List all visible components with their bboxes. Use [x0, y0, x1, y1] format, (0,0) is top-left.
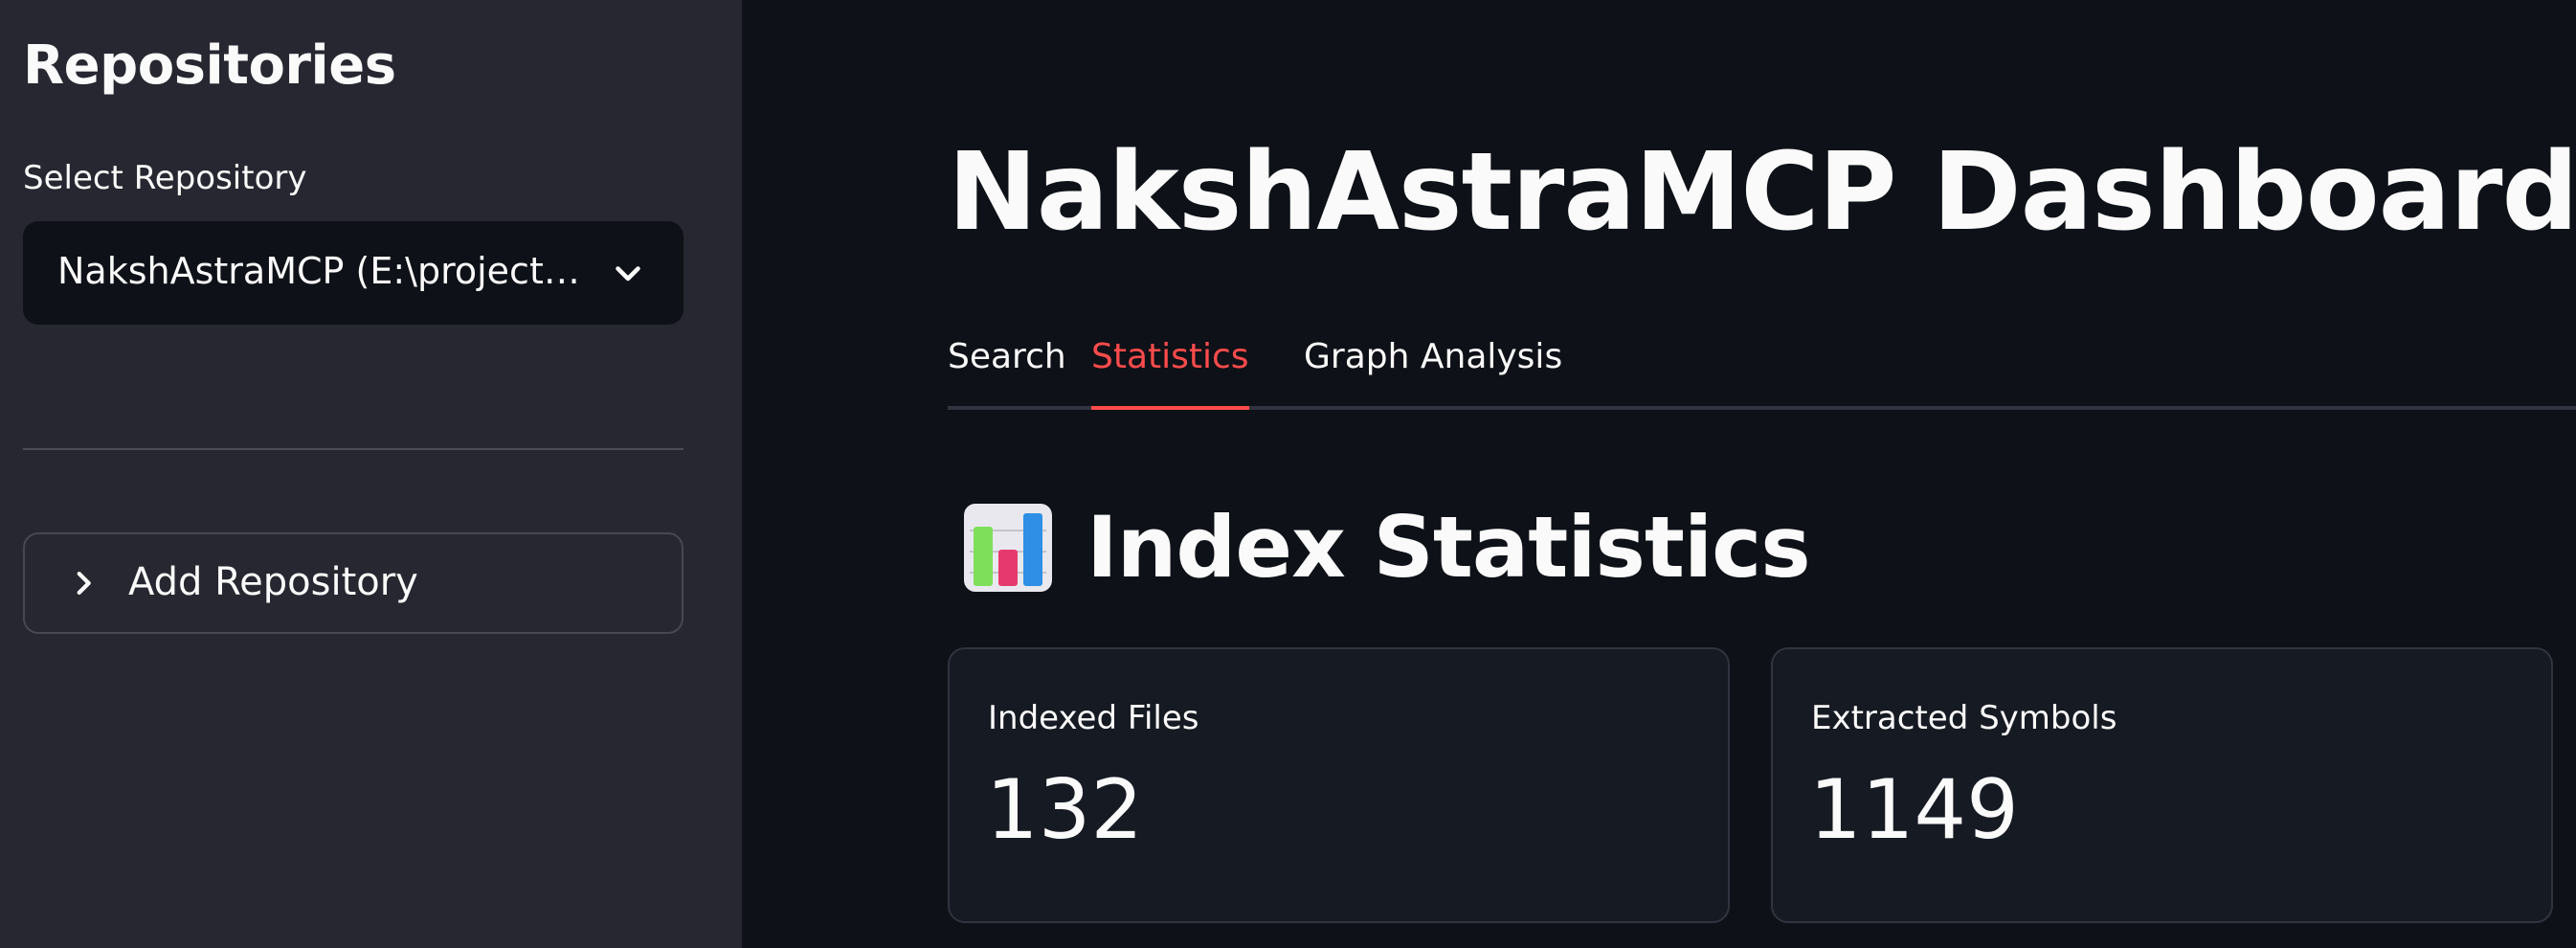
tab-bar: Search Statistics Graph Analysis	[948, 326, 2576, 412]
chevron-right-icon	[77, 571, 91, 596]
repository-select[interactable]: NakshAstraMCP (E:\project…	[23, 221, 683, 325]
add-repository-expander[interactable]: Add Repository	[23, 532, 683, 634]
page-title: NakshAstraMCP Dashboard	[948, 130, 2576, 255]
add-repository-label: Add Repository	[128, 560, 418, 604]
chevron-down-icon	[616, 266, 640, 282]
metric-value: 132	[986, 762, 1144, 858]
metric-card-extracted-symbols: Extracted Symbols 1149	[1771, 647, 2553, 923]
app: Repositories Select Repository NakshAstr…	[0, 0, 2576, 948]
active-tab-indicator	[1091, 406, 1249, 410]
tab-statistics-label: Statistics	[1091, 337, 1249, 376]
metric-label: Indexed Files	[988, 699, 1199, 737]
tab-search[interactable]: Search	[948, 337, 1066, 376]
bar-chart-icon	[964, 504, 1052, 592]
section-title: Index Statistics	[1086, 498, 1811, 597]
repository-select-value: NakshAstraMCP (E:\project…	[57, 250, 580, 292]
metric-card-indexed-files: Indexed Files 132	[948, 647, 1730, 923]
metric-value: 1149	[1809, 762, 2019, 858]
tab-graph-analysis[interactable]: Graph Analysis	[1304, 337, 1562, 376]
metric-label: Extracted Symbols	[1811, 699, 2117, 737]
select-repository-label: Select Repository	[23, 159, 307, 197]
sidebar-title: Repositories	[23, 34, 396, 97]
tab-statistics[interactable]: Statistics	[1091, 337, 1249, 410]
main-content: NakshAstraMCP Dashboard Search Statistic…	[742, 0, 2576, 948]
sidebar-divider	[23, 448, 683, 450]
sidebar: Repositories Select Repository NakshAstr…	[0, 0, 742, 948]
